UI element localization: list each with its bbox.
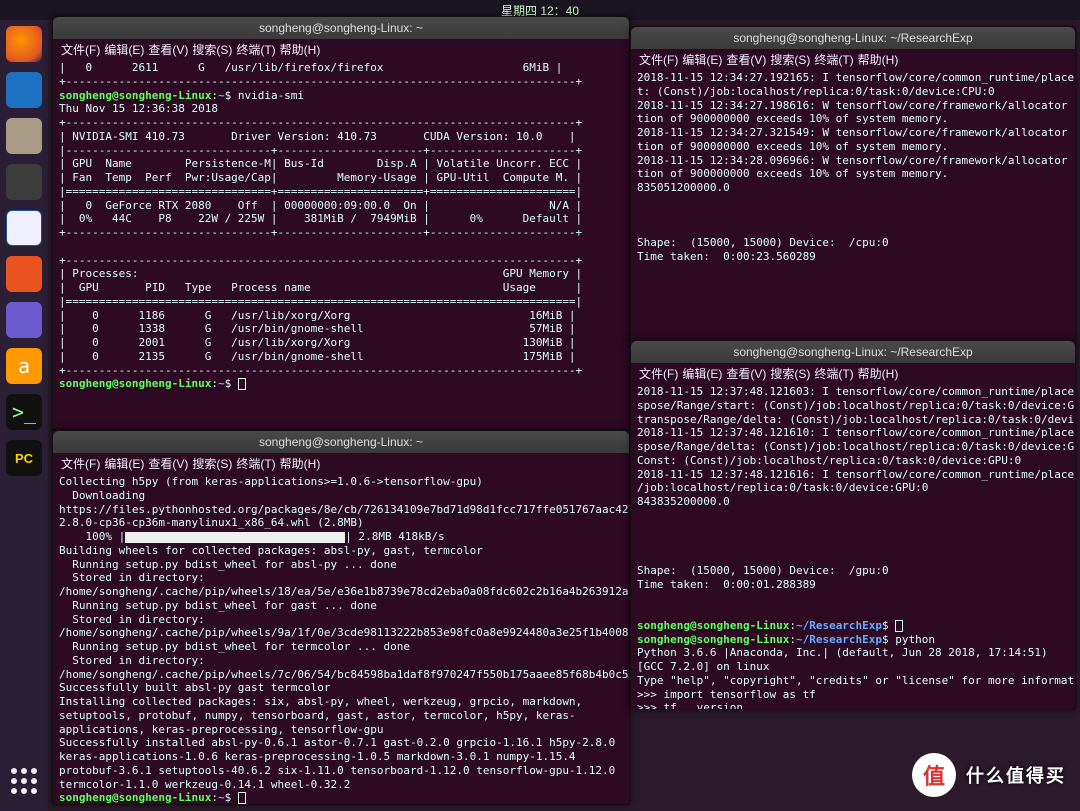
menu-search[interactable]: 搜索(S) — [192, 455, 232, 472]
terminal-output[interactable]: | 0 2611 G /usr/lib/firefox/firefox 6MiB… — [53, 59, 629, 429]
menu-file[interactable]: 文件(F) — [639, 51, 678, 68]
menu-terminal[interactable]: 终端(T) — [236, 41, 275, 58]
terminal-menubar[interactable]: 文件(F) 编辑(E) 查看(V) 搜索(S) 终端(T) 帮助(H) — [53, 453, 629, 473]
window-title: songheng@songheng-Linux: ~ — [259, 435, 423, 449]
window-titlebar[interactable]: songheng@songheng-Linux: ~ — [53, 17, 629, 39]
menu-edit[interactable]: 编辑(E) — [104, 41, 144, 58]
menu-help[interactable]: 帮助(H) — [858, 365, 899, 382]
terminal-output[interactable]: Collecting h5py (from keras-applications… — [53, 473, 629, 804]
menu-search[interactable]: 搜索(S) — [192, 41, 232, 58]
firefox-icon[interactable] — [6, 26, 42, 62]
menu-terminal[interactable]: 终端(T) — [814, 365, 853, 382]
files-icon[interactable] — [6, 118, 42, 154]
watermark-badge-icon: 值 — [912, 753, 956, 797]
menu-file[interactable]: 文件(F) — [61, 41, 100, 58]
window-titlebar[interactable]: songheng@songheng-Linux: ~ — [53, 431, 629, 453]
menu-terminal[interactable]: 终端(T) — [236, 455, 275, 472]
menu-view[interactable]: 查看(V) — [726, 51, 766, 68]
amazon-icon[interactable]: a — [6, 348, 42, 384]
terminal-tf-gpu[interactable]: songheng@songheng-Linux: ~/ResearchExp 文… — [630, 340, 1076, 710]
terminal-menubar[interactable]: 文件(F) 编辑(E) 查看(V) 搜索(S) 终端(T) 帮助(H) — [53, 39, 629, 59]
terminal-menubar[interactable]: 文件(F) 编辑(E) 查看(V) 搜索(S) 终端(T) 帮助(H) — [631, 49, 1075, 69]
window-titlebar[interactable]: songheng@songheng-Linux: ~/ResearchExp — [631, 341, 1075, 363]
menu-help[interactable]: 帮助(H) — [280, 41, 321, 58]
menu-search[interactable]: 搜索(S) — [770, 51, 810, 68]
cursor — [895, 620, 903, 632]
pycharm-icon[interactable]: PC — [6, 440, 42, 476]
cursor — [238, 792, 246, 804]
window-title: songheng@songheng-Linux: ~/ResearchExp — [733, 345, 972, 359]
menu-view[interactable]: 查看(V) — [148, 455, 188, 472]
help-icon[interactable] — [6, 302, 42, 338]
libreoffice-writer-icon[interactable] — [6, 210, 42, 246]
terminal-menubar[interactable]: 文件(F) 编辑(E) 查看(V) 搜索(S) 终端(T) 帮助(H) — [631, 363, 1075, 383]
menu-edit[interactable]: 编辑(E) — [682, 51, 722, 68]
window-title: songheng@songheng-Linux: ~/ResearchExp — [733, 31, 972, 45]
menu-help[interactable]: 帮助(H) — [280, 455, 321, 472]
menu-help[interactable]: 帮助(H) — [858, 51, 899, 68]
terminal-tf-cpu[interactable]: songheng@songheng-Linux: ~/ResearchExp 文… — [630, 26, 1076, 346]
menu-view[interactable]: 查看(V) — [726, 365, 766, 382]
terminal-nvidia-smi[interactable]: songheng@songheng-Linux: ~ 文件(F) 编辑(E) 查… — [52, 16, 630, 430]
menu-terminal[interactable]: 终端(T) — [814, 51, 853, 68]
show-applications-icon[interactable] — [6, 763, 42, 799]
window-titlebar[interactable]: songheng@songheng-Linux: ~/ResearchExp — [631, 27, 1075, 49]
thunderbird-icon[interactable] — [6, 72, 42, 108]
terminal-output[interactable]: 2018-11-15 12:37:48.121603: I tensorflow… — [631, 383, 1075, 709]
menu-edit[interactable]: 编辑(E) — [104, 455, 144, 472]
menu-file[interactable]: 文件(F) — [639, 365, 678, 382]
cursor — [238, 378, 246, 390]
launcher-dock: a >_ PC — [0, 20, 48, 811]
menu-file[interactable]: 文件(F) — [61, 455, 100, 472]
menu-search[interactable]: 搜索(S) — [770, 365, 810, 382]
terminal-output[interactable]: 2018-11-15 12:34:27.192165: I tensorflow… — [631, 69, 1075, 345]
terminal-pip-install[interactable]: songheng@songheng-Linux: ~ 文件(F) 编辑(E) 查… — [52, 430, 630, 805]
watermark: 值 什么值得买 — [912, 753, 1066, 797]
ubuntu-software-icon[interactable] — [6, 256, 42, 292]
watermark-text: 什么值得买 — [966, 762, 1066, 788]
terminal-icon[interactable]: >_ — [6, 394, 42, 430]
menu-view[interactable]: 查看(V) — [148, 41, 188, 58]
progress-bar — [125, 532, 345, 543]
rhythmbox-icon[interactable] — [6, 164, 42, 200]
window-title: songheng@songheng-Linux: ~ — [259, 21, 423, 35]
menu-edit[interactable]: 编辑(E) — [682, 365, 722, 382]
